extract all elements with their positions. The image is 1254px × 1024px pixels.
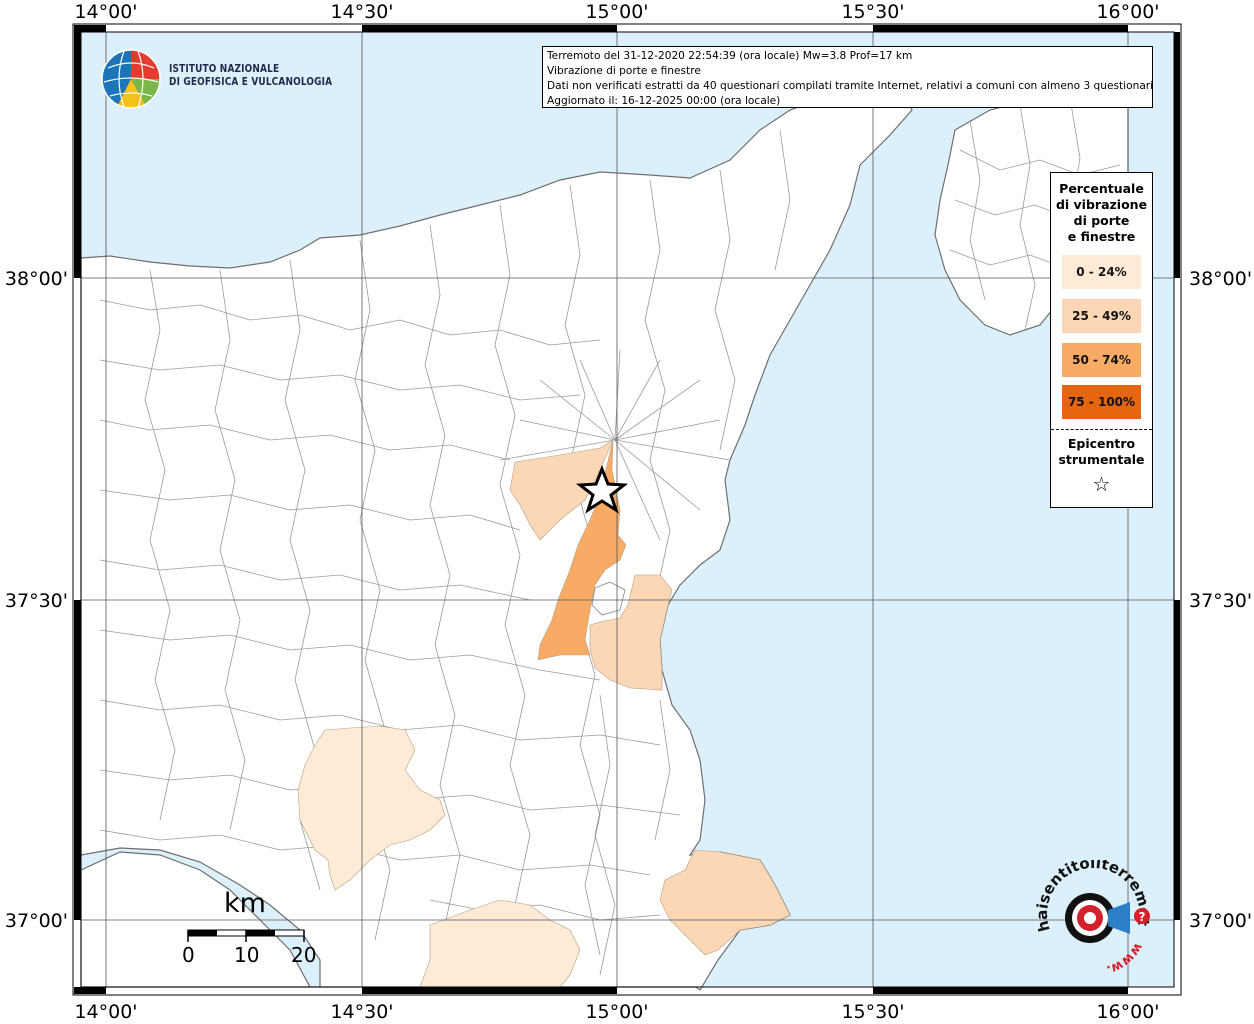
legend-title-line: di porte (1073, 213, 1130, 228)
lon-label-bottom: 15°30' (841, 1001, 904, 1023)
svg-text:www.: www. (1105, 940, 1146, 977)
lon-label-top: 15°30' (841, 1, 904, 23)
legend-title-line: Percentuale (1059, 181, 1144, 196)
ingv-name: ISTITUTO NAZIONALE DI GEOFISICA E VULCAN… (169, 63, 332, 89)
globe-icon (101, 49, 161, 109)
lon-label-top: 14°30' (330, 1, 393, 23)
inner-lake (591, 581, 626, 616)
lon-label-top: 15°00' (585, 1, 648, 23)
legend-title-line: e finestre (1067, 229, 1136, 244)
legend-class-0-24: 0 - 24% (1062, 255, 1141, 289)
legend-title-line: di vibrazione (1055, 197, 1148, 212)
lon-label-bottom: 16°00' (1096, 1001, 1159, 1023)
lon-label-bottom: 14°00' (74, 1001, 137, 1023)
lat-label-left: 38°00' (5, 268, 68, 290)
legend-epicenter-line1: Epicentro (1067, 436, 1136, 451)
ingv-logo: ISTITUTO NAZIONALE DI GEOFISICA E VULCAN… (100, 48, 332, 112)
legend-class-25-49: 25 - 49% (1062, 299, 1141, 333)
legend-title: Percentuale di vibrazione di porte e fin… (1051, 181, 1152, 245)
lat-label-left: 37°30' (5, 590, 68, 612)
lat-label-right: 37°00' (1189, 910, 1252, 932)
legend-epicenter-label: Epicentro strumentale (1051, 436, 1152, 468)
ingv-name-line1: ISTITUTO NAZIONALE (169, 63, 280, 75)
lat-label-left: 37°00' (5, 910, 68, 932)
ingv-name-line2: DI GEOFISICA E VULCANOLOGIA (169, 76, 333, 88)
lat-label-right: 37°30' (1189, 590, 1252, 612)
scale-label-0: 0 (182, 943, 195, 967)
haisentito-logo: haisentitoilterremoto.it www. ? (1032, 860, 1152, 977)
legend-divider (1051, 429, 1152, 430)
lon-label-top: 16°00' (1096, 1, 1159, 23)
info-line-source: Dati non verificati estratti da 40 quest… (547, 80, 1153, 92)
legend: Percentuale di vibrazione di porte e fin… (1050, 172, 1153, 508)
legend-star-icon: ☆ (1092, 472, 1111, 496)
scale-label-20: 20 (291, 943, 317, 967)
legend-class-50-74: 50 - 74% (1062, 343, 1141, 377)
lon-label-bottom: 14°30' (330, 1001, 393, 1023)
info-line-updated: Aggiornato il: 16-12-2025 00:00 (ora loc… (547, 95, 781, 107)
earthquake-info-box: Terremoto del 31-12-2020 22:54:39 (ora l… (542, 46, 1153, 108)
svg-text:?: ? (1139, 910, 1146, 924)
scale-unit: km (224, 888, 266, 919)
info-line-parameter: Vibrazione di porte e finestre (547, 65, 701, 77)
website-prefix: www. (1105, 940, 1146, 977)
lon-label-top: 14°00' (74, 1, 137, 23)
lon-label-bottom: 15°00' (585, 1001, 648, 1023)
legend-class-75-100: 75 - 100% (1062, 385, 1141, 419)
legend-epicenter-line2: strumentale (1058, 452, 1145, 467)
info-line-event: Terremoto del 31-12-2020 22:54:39 (ora l… (547, 50, 913, 62)
scale-label-10: 10 (234, 943, 260, 967)
lat-label-right: 38°00' (1189, 268, 1252, 290)
